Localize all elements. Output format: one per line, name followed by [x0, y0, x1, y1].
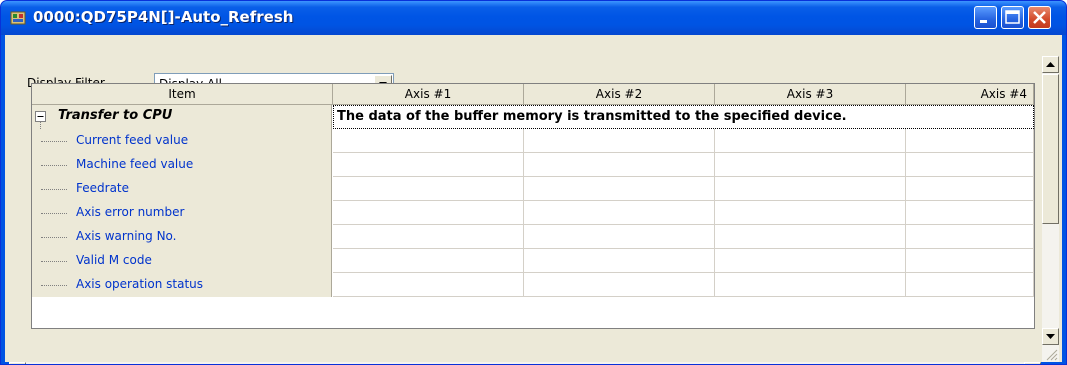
axis-4-cell[interactable] [906, 225, 1034, 249]
axis-2-cell[interactable] [524, 153, 715, 177]
axis-3-cell[interactable] [715, 225, 906, 249]
axis-1-cell[interactable] [333, 249, 524, 273]
tree-branch [41, 237, 67, 238]
refresh-grid: Item Axis #1 Axis #2 Axis #3 Axis #4 Tra… [31, 83, 1035, 329]
group-row-transfer-to-cpu[interactable]: Transfer to CPU [32, 105, 332, 129]
axis-3-cell[interactable] [715, 177, 906, 201]
column-header-axis-3[interactable]: Axis #3 [715, 84, 906, 105]
group-label: Transfer to CPU [58, 108, 173, 123]
item-label: Feedrate [76, 181, 130, 195]
axis-1-cell[interactable] [333, 153, 524, 177]
window-title: 0000:QD75P4N[]-Auto_Refresh [33, 8, 294, 26]
axis-1-cell[interactable] [333, 225, 524, 249]
tree-branch [41, 261, 67, 262]
arrow-up-icon [1046, 62, 1055, 67]
axis-1-cell[interactable] [333, 129, 524, 153]
axis-4-cell[interactable] [906, 153, 1034, 177]
axis-2-cell[interactable] [524, 201, 715, 225]
tree-branch [41, 213, 67, 214]
item-row[interactable]: Axis error number [32, 201, 332, 225]
axis-2-cell[interactable] [524, 273, 715, 297]
collapse-icon[interactable] [35, 111, 46, 122]
arrow-down-icon [1046, 334, 1055, 339]
item-row[interactable]: Axis operation status [32, 273, 332, 297]
axis-2-cell[interactable] [524, 225, 715, 249]
axis-3-cell[interactable] [715, 249, 906, 273]
scroll-up-button[interactable] [1042, 56, 1059, 73]
resize-grip-icon[interactable] [1042, 345, 1059, 362]
item-row[interactable]: Axis warning No. [32, 225, 332, 249]
item-label: Machine feed value [76, 157, 194, 171]
minimize-button[interactable] [974, 6, 997, 29]
column-header-item[interactable]: Item [32, 84, 333, 105]
item-label: Axis warning No. [76, 229, 177, 243]
axis-2-cell[interactable] [524, 249, 715, 273]
column-header-axis-2[interactable]: Axis #2 [524, 84, 715, 105]
auto-refresh-window: 0000:QD75P4N[]-Auto_Refresh Display Filt… [0, 0, 1067, 365]
axis-4-cell[interactable] [906, 249, 1034, 273]
close-icon [1033, 11, 1046, 24]
tree-branch [41, 165, 67, 166]
axis-3-cell[interactable] [715, 153, 906, 177]
column-header-axis-4[interactable]: Axis #4 [906, 84, 1034, 105]
item-label: Axis operation status [76, 277, 204, 291]
group-description-cell[interactable]: The data of the buffer memory is transmi… [333, 105, 1034, 129]
maximize-button[interactable] [1001, 6, 1024, 29]
column-header-axis-1[interactable]: Axis #1 [333, 84, 524, 105]
axis-2-cell[interactable] [524, 129, 715, 153]
axis-3-cell[interactable] [715, 129, 906, 153]
item-label: Current feed value [76, 133, 189, 147]
close-button[interactable] [1028, 6, 1051, 29]
group-description: The data of the buffer memory is transmi… [337, 109, 847, 124]
tree-branch [41, 189, 67, 190]
axis-3-cell[interactable] [715, 273, 906, 297]
title-bar[interactable]: 0000:QD75P4N[]-Auto_Refresh [1, 1, 1066, 35]
client-area: Display Filter Display All Item Axis #1 … [5, 35, 1062, 364]
vertical-scrollbar[interactable] [1041, 56, 1059, 362]
item-label: Valid M code [76, 253, 152, 267]
tree-branch [41, 285, 67, 286]
axis-1-cell[interactable] [333, 273, 524, 297]
app-icon [10, 11, 26, 25]
scroll-down-button[interactable] [1042, 328, 1059, 345]
item-row[interactable]: Feedrate [32, 177, 332, 201]
axis-2-cell[interactable] [524, 177, 715, 201]
axis-3-cell[interactable] [715, 201, 906, 225]
minimize-icon [980, 20, 987, 23]
item-row[interactable]: Machine feed value [32, 153, 332, 177]
axis-4-cell[interactable] [906, 273, 1034, 297]
axis-4-cell[interactable] [906, 201, 1034, 225]
axis-4-cell[interactable] [906, 129, 1034, 153]
tree-branch [41, 141, 67, 142]
axis-1-cell[interactable] [333, 201, 524, 225]
axis-4-cell[interactable] [906, 177, 1034, 201]
axis-1-cell[interactable] [333, 177, 524, 201]
item-row[interactable]: Valid M code [32, 249, 332, 273]
maximize-icon [1005, 10, 1020, 24]
vertical-scroll-thumb[interactable] [1042, 74, 1059, 224]
item-label: Axis error number [76, 205, 185, 219]
item-row[interactable]: Current feed value [32, 129, 332, 153]
